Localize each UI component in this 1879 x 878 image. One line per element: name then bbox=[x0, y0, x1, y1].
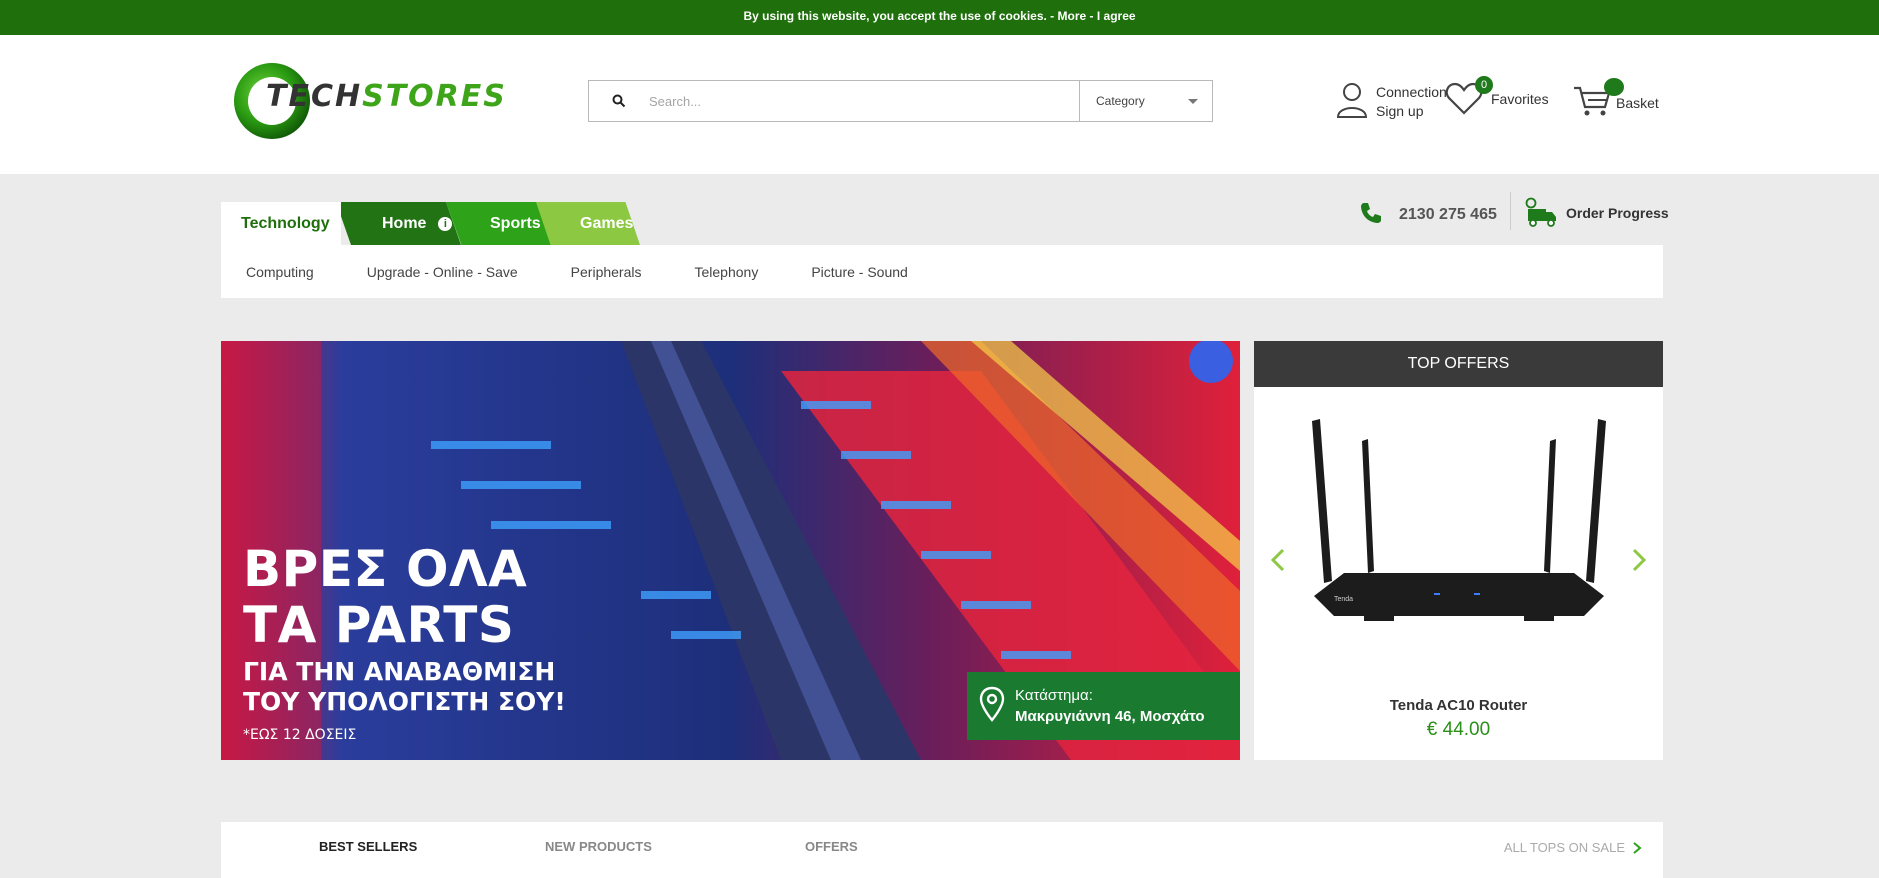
top-offers-title: TOP OFFERS bbox=[1254, 341, 1663, 387]
subnav-item-upgrade[interactable]: Upgrade - Online - Save bbox=[367, 264, 518, 280]
cookie-bar: By using this website, you accept the us… bbox=[0, 0, 1879, 35]
banner-headline: ΒΡΕΣ ΟΛΑ ΤΑ PARTS ΓΙΑ ΤΗΝ ΑΝΑΒΑΘΜΙΣΗ ΤΟΥ… bbox=[243, 541, 566, 743]
cookie-more-link[interactable]: More bbox=[1058, 9, 1087, 23]
banner-line3: ΓΙΑ ΤΗΝ ΑΝΑΒΑΘΜΙΣΗ bbox=[243, 657, 556, 686]
banner-line2: ΤΑ PARTS bbox=[243, 596, 515, 654]
top-offers-panel: TOP OFFERS Tenda Tenda AC10 Router € 44.… bbox=[1254, 341, 1663, 760]
search-box: Category bbox=[588, 80, 1213, 122]
heart-icon: 0 bbox=[1445, 75, 1493, 121]
banner-line1: ΒΡΕΣ ΟΛΑ bbox=[243, 540, 528, 598]
subnav-item-telephony[interactable]: Telephony bbox=[695, 264, 759, 280]
product-image[interactable]: Tenda bbox=[1304, 401, 1614, 621]
logo-text: TECHSTORES bbox=[266, 79, 507, 114]
subnav-item-computing[interactable]: Computing bbox=[246, 264, 314, 280]
all-tops-label: ALL TOPS ON SALE bbox=[1503, 840, 1625, 855]
subnav-item-peripherals[interactable]: Peripherals bbox=[571, 264, 642, 280]
account-connection[interactable]: Connection bbox=[1376, 83, 1447, 102]
cookie-agree-link[interactable]: I agree bbox=[1097, 9, 1136, 23]
tab-technology[interactable]: Technology bbox=[221, 202, 341, 245]
phone-contact: 2130 275 465 bbox=[1359, 200, 1497, 230]
banner-line5: *ΕΩΣ 12 ΔΟΣΕΙΣ bbox=[243, 727, 357, 743]
tab-home[interactable]: Home i bbox=[336, 202, 461, 245]
store-address: Μακρυγιάννη 46, Μοσχάτο bbox=[1015, 708, 1205, 725]
chevron-right-icon bbox=[1633, 841, 1642, 854]
basket-count-badge bbox=[1604, 77, 1624, 96]
favorites-link[interactable]: 0 Favorites bbox=[1445, 75, 1549, 121]
account-link[interactable]: Connection Sign up bbox=[1336, 81, 1447, 123]
product-price: € 44.00 bbox=[1426, 719, 1491, 740]
basket-label: Basket bbox=[1616, 95, 1659, 111]
info-icon: i bbox=[438, 216, 453, 231]
cart-icon bbox=[1572, 77, 1624, 123]
header: TECHSTORES Category Connection Sign up 0… bbox=[0, 35, 1879, 174]
banner-line4: ΤΟΥ ΥΠΟΛΟΓΙΣΤΗ ΣΟΥ! bbox=[243, 687, 566, 716]
chevron-left-icon[interactable] bbox=[1268, 540, 1288, 580]
tab-new-products[interactable]: NEW PRODUCTS bbox=[545, 839, 652, 854]
basket-link[interactable]: Basket bbox=[1572, 77, 1659, 123]
phone-icon bbox=[1359, 201, 1383, 230]
tab-games[interactable]: Games bbox=[536, 202, 640, 245]
tab-best-sellers[interactable]: BEST SELLERS bbox=[319, 839, 417, 854]
all-tops-link[interactable]: ALL TOPS ON SALE bbox=[1504, 840, 1643, 855]
store-label: Κατάστημα: bbox=[1015, 687, 1093, 704]
cookie-text: By using this website, you accept the us… bbox=[743, 9, 1058, 23]
order-progress-label: Order Progress bbox=[1566, 205, 1669, 221]
category-select[interactable]: Category bbox=[1079, 81, 1212, 121]
product-name[interactable]: Tenda AC10 Router bbox=[1254, 697, 1663, 714]
search-input[interactable] bbox=[649, 81, 1079, 121]
phone-number[interactable]: 2130 275 465 bbox=[1399, 206, 1497, 224]
category-label: Category bbox=[1096, 94, 1145, 108]
chevron-right-icon[interactable] bbox=[1629, 540, 1649, 580]
active-tab-pointer bbox=[348, 872, 366, 878]
account-text: Connection Sign up bbox=[1376, 83, 1447, 121]
product-tabs: BEST SELLERS NEW PRODUCTS OFFERS ALL TOP… bbox=[221, 822, 1663, 878]
tab-offers[interactable]: OFFERS bbox=[805, 839, 858, 854]
favorites-count-badge: 0 bbox=[1475, 75, 1493, 94]
favorites-label: Favorites bbox=[1491, 91, 1549, 107]
delivery-truck-icon bbox=[1524, 197, 1558, 230]
subnav-item-picture-sound[interactable]: Picture - Sound bbox=[811, 264, 908, 280]
map-pin-icon bbox=[979, 686, 1005, 727]
search-icon[interactable] bbox=[589, 81, 649, 121]
user-icon bbox=[1336, 81, 1368, 124]
logo[interactable]: TECHSTORES bbox=[228, 57, 505, 143]
chevron-down-icon bbox=[1188, 98, 1198, 104]
svg-text:Tenda: Tenda bbox=[1334, 596, 1353, 603]
divider bbox=[1510, 192, 1511, 230]
cookie-separator: - bbox=[1086, 9, 1097, 23]
hero-banner[interactable]: ΒΡΕΣ ΟΛΑ ΤΑ PARTS ΓΙΑ ΤΗΝ ΑΝΑΒΑΘΜΙΣΗ ΤΟΥ… bbox=[221, 341, 1240, 760]
account-signup[interactable]: Sign up bbox=[1376, 102, 1447, 121]
store-location-box: Κατάστημα: Μακρυγιάννη 46, Μοσχάτο bbox=[967, 672, 1240, 740]
order-progress-link[interactable]: Order Progress bbox=[1524, 197, 1669, 230]
subnav: Computing Upgrade - Online - Save Periph… bbox=[221, 245, 1663, 298]
